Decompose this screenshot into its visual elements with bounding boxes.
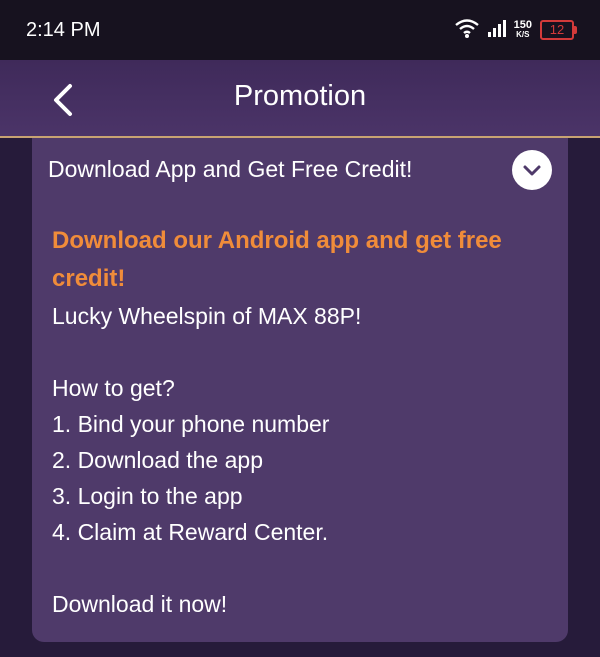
page-title: Promotion [233, 80, 367, 112]
promotion-card: Download App and Get Free Credit! Downlo… [32, 138, 568, 642]
promotion-title[interactable]: Download App and Get Free Credit! [48, 156, 412, 183]
promo-headline: Download our Android app and get free cr… [52, 227, 502, 292]
app-header: Promotion [0, 60, 600, 138]
collapse-toggle-button[interactable] [512, 150, 552, 190]
battery-icon: 12 [540, 20, 577, 40]
wifi-icon [454, 17, 480, 44]
promotion-content: Download our Android app and get free cr… [52, 222, 552, 622]
call-to-action-text: Download it now! [52, 591, 228, 617]
network-speed-unit: K/S [516, 30, 530, 39]
step-item: 1. Bind your phone number [52, 411, 330, 437]
network-speed: 150 K/S [513, 19, 532, 40]
network-speed-value: 150 [513, 19, 532, 31]
status-icons: 150 K/S 12 [454, 16, 577, 44]
step-item: 3. Login to the app [52, 483, 243, 509]
signal-icon [487, 19, 506, 42]
status-time: 2:14 PM [26, 19, 101, 41]
step-item: 2. Download the app [52, 447, 263, 473]
status-bar: 2:14 PM 150 K/S 12 [0, 0, 600, 60]
step-item: 4. Claim at Reward Center. [52, 519, 329, 545]
how-to-heading: How to get? [52, 375, 175, 401]
promo-subline: Lucky Wheelspin of MAX 88P! [52, 303, 362, 329]
